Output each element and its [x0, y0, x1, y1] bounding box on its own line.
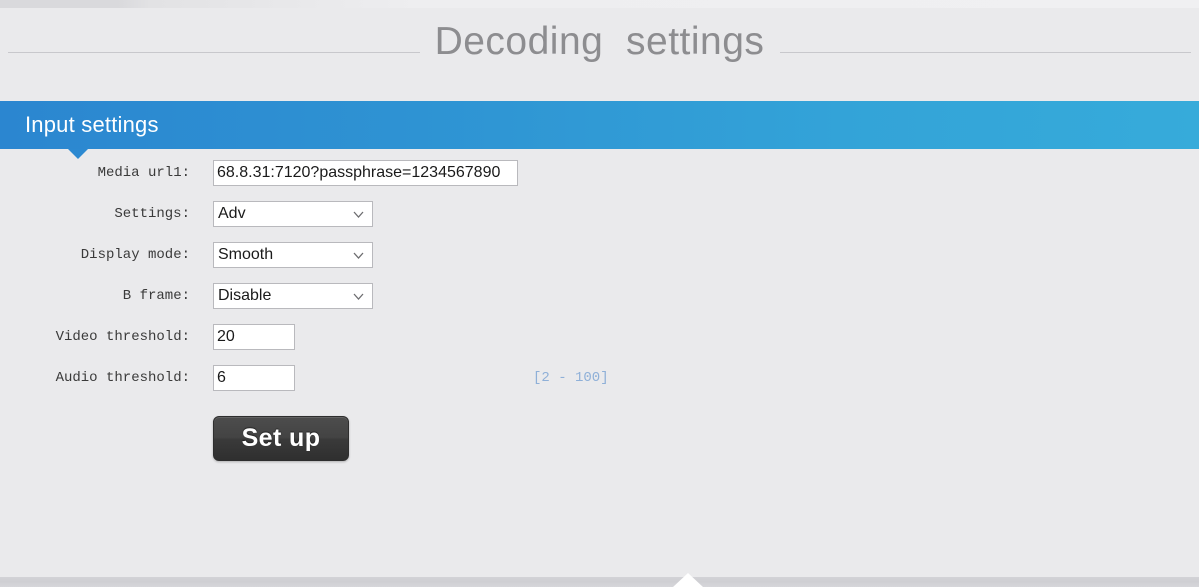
b-frame-select-value: Disable [218, 287, 272, 304]
media-url1-input[interactable] [213, 160, 518, 186]
chevron-down-icon [353, 250, 364, 261]
audio-threshold-range-hint: [2 - 100] [533, 370, 609, 386]
bottom-section-divider[interactable] [0, 577, 1199, 587]
form-submit-row: Set up [0, 406, 1199, 466]
form-row-audio-threshold: Audio threshold: [2 - 100] [0, 365, 1199, 406]
display-mode-select[interactable]: Smooth [213, 242, 373, 268]
form-row-display-mode: Display mode: Smooth [0, 242, 1199, 283]
page-title-block: Decoding settings [0, 8, 1199, 96]
b-frame-select[interactable]: Disable [213, 283, 373, 309]
video-threshold-input[interactable] [213, 324, 295, 350]
settings-label: Settings: [114, 206, 190, 222]
display-mode-select-value: Smooth [218, 246, 274, 263]
audio-threshold-field-wrap: [2 - 100] [213, 365, 609, 391]
section-header-title: Input settings [25, 112, 159, 137]
media-url1-label: Media url1: [97, 165, 190, 181]
video-threshold-field-wrap [213, 324, 295, 350]
form-row-b-frame: B frame: Disable [0, 283, 1199, 324]
chevron-down-icon [353, 291, 364, 302]
display-mode-field-wrap: Smooth [213, 242, 373, 268]
settings-select-value: Adv [218, 205, 246, 222]
input-settings-form: Media url1: Settings: Adv Display mode: … [0, 160, 1199, 466]
input-settings-section-header[interactable]: Input settings [0, 101, 1199, 149]
form-row-video-threshold: Video threshold: [0, 324, 1199, 365]
form-row-settings: Settings: Adv [0, 201, 1199, 242]
b-frame-field-wrap: Disable [213, 283, 373, 309]
display-mode-label: Display mode: [80, 247, 190, 263]
set-up-button[interactable]: Set up [213, 416, 349, 461]
audio-threshold-input[interactable] [213, 365, 295, 391]
b-frame-label: B frame: [122, 288, 190, 304]
top-nav-strip [0, 0, 1199, 8]
media-url1-field-wrap [213, 160, 518, 186]
triangle-up-icon [673, 573, 703, 587]
page-title: Decoding settings [434, 20, 765, 63]
settings-field-wrap: Adv [213, 201, 373, 227]
settings-select[interactable]: Adv [213, 201, 373, 227]
video-threshold-label: Video threshold: [55, 329, 190, 345]
audio-threshold-label: Audio threshold: [55, 370, 190, 386]
triangle-down-icon [68, 149, 88, 159]
form-row-media-url1: Media url1: [0, 160, 1199, 201]
chevron-down-icon [353, 209, 364, 220]
